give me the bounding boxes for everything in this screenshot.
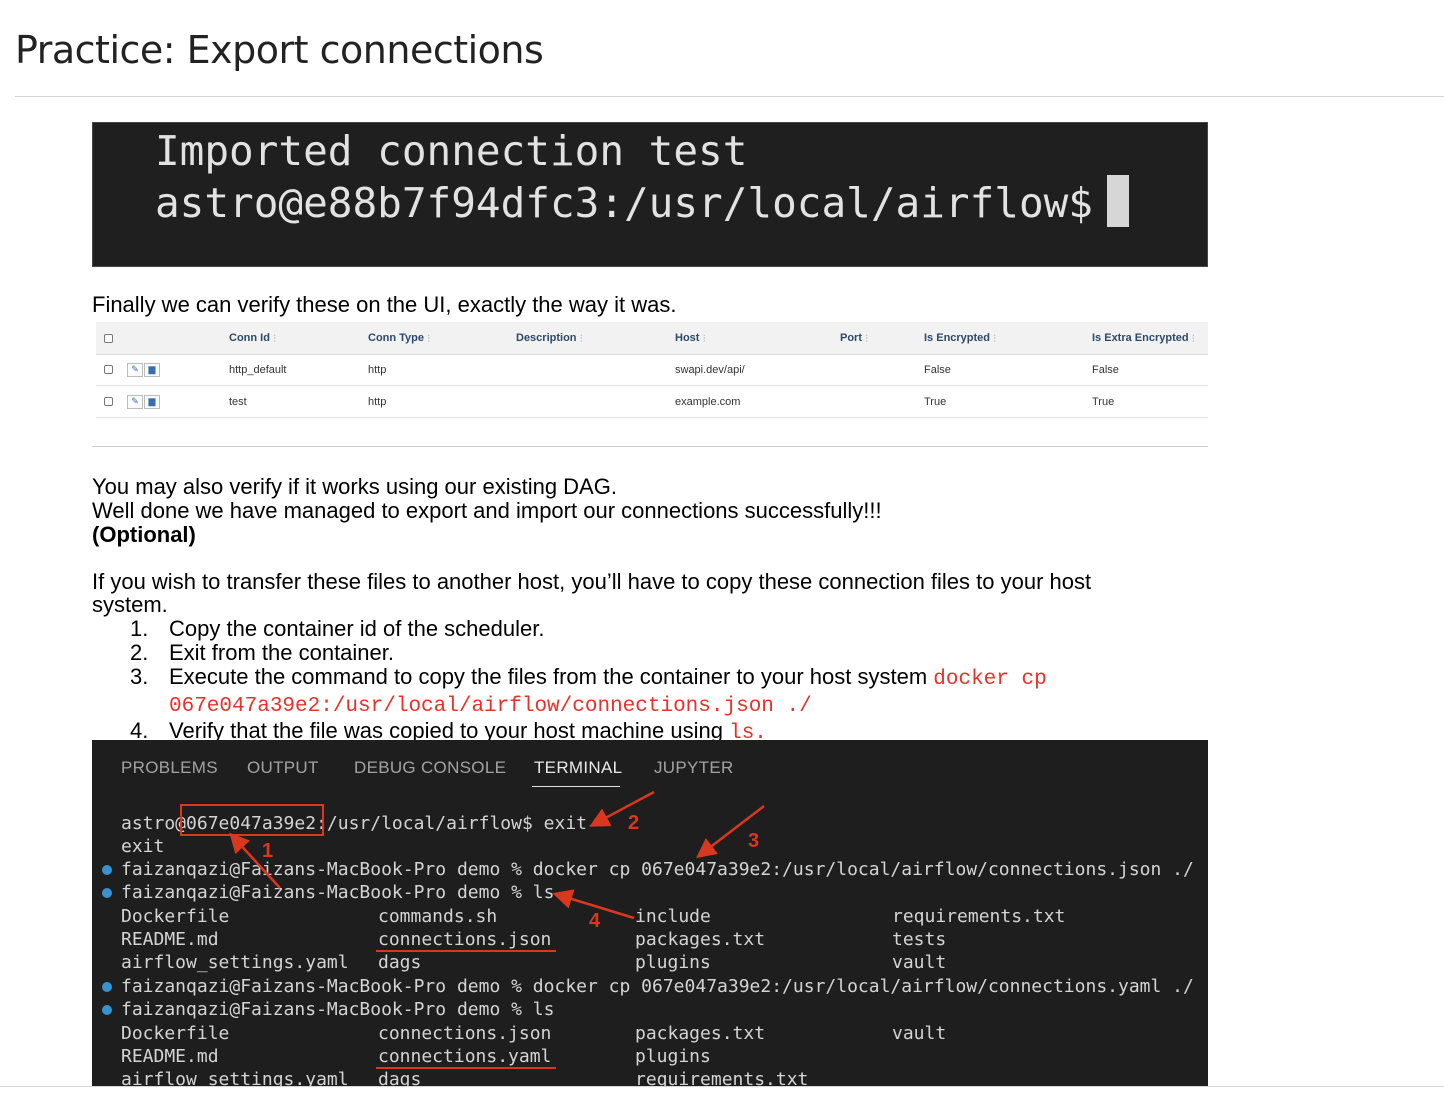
verify-ui-text: Finally we can verify these on the UI, e… bbox=[92, 292, 677, 317]
transfer-text-cont: system. bbox=[92, 592, 168, 617]
well-done-text: Well done we have managed to export and … bbox=[92, 498, 882, 523]
import-terminal-screenshot: Imported connection test astro@e88b7f94d… bbox=[92, 122, 1208, 267]
dag-verify-text: You may also verify if it works using ou… bbox=[92, 474, 617, 499]
trash-icon[interactable]: ▆ bbox=[144, 362, 160, 377]
annotation-number: 2 bbox=[628, 812, 640, 834]
step-text: Execute the command to copy the files fr… bbox=[169, 664, 934, 689]
edit-icon[interactable]: ✎ bbox=[127, 394, 143, 409]
cell-is-extra-encrypted: False bbox=[1092, 363, 1119, 376]
row-checkbox[interactable] bbox=[104, 386, 113, 417]
step-number: 3. bbox=[130, 664, 149, 689]
row-actions: ✎ ▆ bbox=[127, 354, 160, 385]
row-actions: ✎ ▆ bbox=[127, 386, 160, 417]
table-row: ✎ ▆ http_default http swapi.dev/api/ Fals… bbox=[96, 354, 1208, 386]
cell-conn-id: test bbox=[229, 395, 247, 408]
annotation-arrows bbox=[229, 790, 765, 920]
trash-icon[interactable]: ▆ bbox=[144, 394, 160, 409]
header-is-encrypted[interactable]: Is Encrypted ⁝ bbox=[924, 322, 997, 354]
list-item: 1. Copy the container id of the scheduler… bbox=[92, 617, 1047, 641]
header-description[interactable]: Description ⁝ bbox=[516, 322, 583, 354]
step-text: Copy the container id of the scheduler. bbox=[169, 616, 545, 641]
arrow-2 bbox=[589, 790, 655, 827]
edit-icon[interactable]: ✎ bbox=[127, 362, 143, 377]
list-item: 2. Exit from the container. bbox=[92, 641, 1047, 665]
transfer-text: If you wish to transfer these files to a… bbox=[92, 569, 1092, 594]
annotation-number: 3 bbox=[748, 830, 760, 852]
arrow-1 bbox=[229, 832, 281, 889]
cell-host: example.com bbox=[675, 395, 741, 408]
vscode-terminal-panel: PROBLEMS OUTPUT DEBUG CONSOLE TERMINAL J… bbox=[92, 740, 1208, 1086]
table-row: ✎ ▆ test http example.com True True bbox=[96, 386, 1208, 418]
cell-is-encrypted: True bbox=[924, 395, 947, 408]
cell-conn-type: http bbox=[368, 395, 387, 408]
terminal-output-line: Imported connection test bbox=[155, 127, 748, 175]
inline-code: docker cp bbox=[933, 668, 1047, 691]
header-conn-id[interactable]: Conn Id ⁝ bbox=[229, 322, 276, 354]
header-host[interactable]: Host ⁝ bbox=[675, 322, 706, 354]
select-all-checkbox[interactable] bbox=[104, 322, 113, 354]
header-conn-type[interactable]: Conn Type ⁝ bbox=[368, 322, 431, 354]
cell-conn-id: http_default bbox=[229, 363, 287, 376]
cell-is-encrypted: False bbox=[924, 363, 951, 376]
list-item: 3. Execute the command to copy the files … bbox=[92, 665, 1047, 719]
header-is-extra-encrypted[interactable]: Is Extra Encrypted ⁝ bbox=[1092, 322, 1195, 354]
section-divider bbox=[92, 446, 1208, 447]
annotation-number: 1 bbox=[262, 840, 274, 862]
header-port[interactable]: Port ⁝ bbox=[840, 322, 869, 354]
optional-heading: (Optional) bbox=[92, 522, 196, 547]
page-title: Practice: Export connections bbox=[15, 28, 544, 72]
cell-host: swapi.dev/api/ bbox=[675, 363, 745, 376]
step-text: Exit from the container. bbox=[169, 640, 394, 665]
terminal-prompt-line: astro@e88b7f94dfc3:/usr/local/airflow$ bbox=[155, 175, 1129, 227]
cell-is-extra-encrypted: True bbox=[1092, 395, 1115, 408]
inline-code: 067e047a39e2:/usr/local/airflow/connecti… bbox=[169, 695, 812, 718]
step-number: 2. bbox=[130, 640, 149, 665]
terminal-prompt: astro@e88b7f94dfc3:/usr/local/airflow$ bbox=[155, 179, 1093, 227]
connections-table: Conn Id ⁝ Conn Type ⁝ Description ⁝ Host ⁝ P… bbox=[96, 322, 1208, 418]
table-header: Conn Id ⁝ Conn Type ⁝ Description ⁝ Host ⁝ P… bbox=[96, 322, 1208, 355]
annotation-number: 4 bbox=[589, 910, 601, 932]
steps-list: 1. Copy the container id of the scheduler… bbox=[92, 617, 1047, 746]
row-checkbox[interactable] bbox=[104, 354, 113, 385]
title-divider bbox=[15, 96, 1444, 97]
cell-conn-type: http bbox=[368, 363, 387, 376]
step-number: 1. bbox=[130, 616, 149, 641]
terminal-cursor bbox=[1107, 175, 1129, 227]
bottom-divider bbox=[0, 1086, 1444, 1087]
